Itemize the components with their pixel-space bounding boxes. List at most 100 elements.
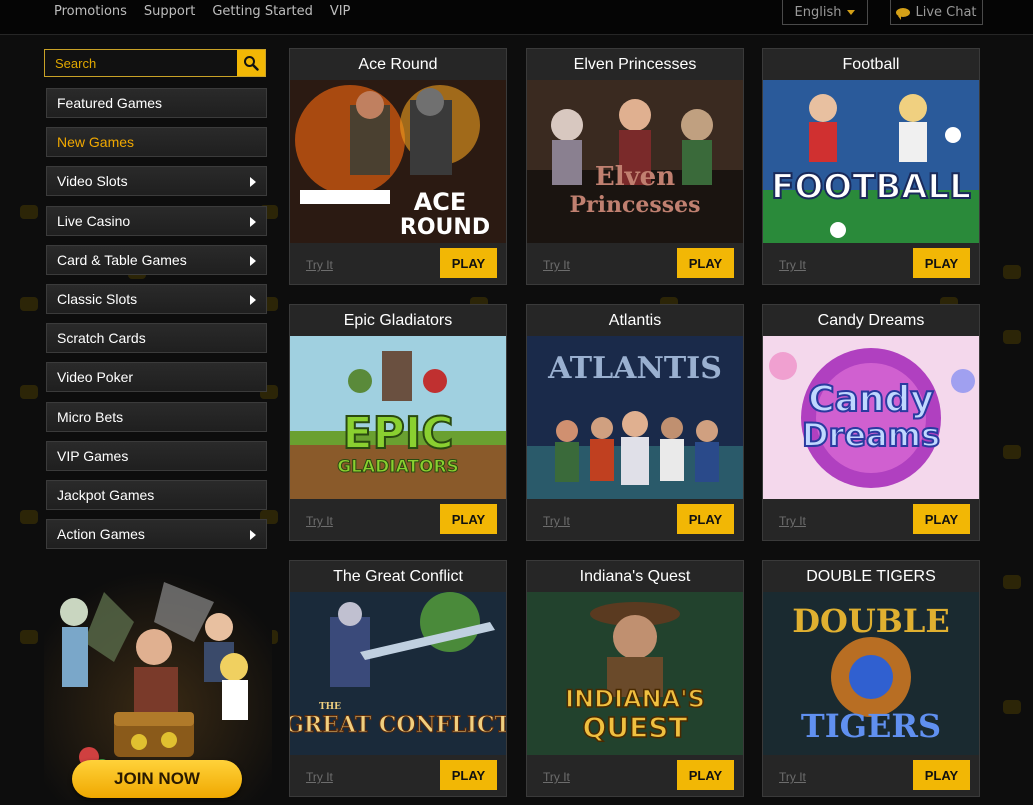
sidebar-item-new-games[interactable]: New Games — [46, 127, 267, 158]
sidebar-item-label: Card & Table Games — [57, 251, 187, 268]
game-artwork-image: ATLANTIS — [527, 336, 743, 499]
game-card-double-tigers: DOUBLE TIGERS DOUBLE TIGERS Try It PLAY — [762, 560, 980, 797]
sidebar-item-card-table-games[interactable]: Card & Table Games — [46, 244, 267, 275]
game-card-elven-princesses: Elven Princesses Elven Princesses Try It… — [526, 48, 744, 285]
chevron-right-icon — [250, 177, 256, 188]
game-card-indiana-s-quest: Indiana's Quest INDIANA'S QUEST Try It P… — [526, 560, 744, 797]
game-art-text: DOUBLE — [792, 602, 949, 640]
game-card-ace-round: Ace Round ACE ROUND Try It PLAY — [289, 48, 507, 285]
coin-pattern-mark — [1003, 700, 1021, 714]
game-artwork-image: DOUBLE TIGERS — [763, 592, 979, 755]
try-it-link[interactable]: Try It — [779, 770, 806, 784]
try-it-link[interactable]: Try It — [306, 258, 333, 272]
chevron-right-icon — [250, 255, 256, 266]
play-button[interactable]: PLAY — [440, 504, 497, 534]
game-artwork-image: EPIC GLADIATORS — [290, 336, 506, 499]
try-it-link[interactable]: Try It — [306, 514, 333, 528]
play-button[interactable]: PLAY — [913, 504, 970, 534]
live-chat-button[interactable]: Live Chat — [890, 0, 983, 25]
play-button[interactable]: PLAY — [677, 760, 734, 790]
sidebar-item-jackpot-games[interactable]: Jackpot Games — [46, 479, 267, 510]
nav-promotions[interactable]: Promotions — [54, 4, 127, 19]
play-button[interactable]: PLAY — [677, 248, 734, 278]
join-now-button[interactable]: JOIN NOW — [72, 760, 242, 798]
try-it-link[interactable]: Try It — [306, 770, 333, 784]
game-title: Candy Dreams — [817, 312, 925, 329]
sidebar-item-vip-games[interactable]: VIP Games — [46, 440, 267, 471]
language-select[interactable]: English — [782, 0, 868, 25]
sidebar-item-label: Micro Bets — [57, 408, 124, 425]
try-it-link[interactable]: Try It — [779, 514, 806, 528]
play-button[interactable]: PLAY — [913, 760, 970, 790]
game-thumbnail[interactable]: ACE ROUND — [290, 80, 506, 243]
game-thumbnail[interactable]: THE GREAT CONFLICT — [290, 592, 506, 755]
coin-pattern-mark — [20, 297, 38, 311]
sidebar-item-featured-games[interactable]: Featured Games — [46, 88, 267, 118]
game-art-text: FOOTBALL — [771, 167, 971, 207]
sidebar-item-label: Action Games — [57, 526, 145, 543]
try-it-link[interactable]: Try It — [543, 770, 570, 784]
sidebar-item-label: Scratch Cards — [57, 330, 146, 347]
nav-vip[interactable]: VIP — [330, 4, 351, 19]
game-title: Ace Round — [358, 56, 438, 73]
nav-getting-started[interactable]: Getting Started — [212, 4, 313, 19]
game-title: Atlantis — [608, 312, 662, 329]
search-box — [44, 49, 266, 77]
sidebar-item-video-poker[interactable]: Video Poker — [46, 362, 267, 393]
game-art-text: ROUND — [400, 215, 490, 240]
game-title: Epic Gladiators — [343, 312, 453, 329]
game-thumbnail[interactable]: Candy Dreams — [763, 336, 979, 499]
sidebar-item-video-slots[interactable]: Video Slots — [46, 166, 267, 197]
game-title: The Great Conflict — [333, 568, 463, 585]
coin-pattern-mark — [1003, 330, 1021, 344]
sidebar-item-action-games[interactable]: Action Games — [46, 519, 267, 550]
game-title: DOUBLE TIGERS — [806, 568, 936, 585]
sidebar-item-classic-slots[interactable]: Classic Slots — [46, 283, 267, 314]
game-card-atlantis: Atlantis ATLANTIS Try It PLAY — [526, 304, 744, 541]
chevron-right-icon — [250, 294, 256, 305]
game-thumbnail[interactable]: FOOTBALL — [763, 80, 979, 243]
try-it-link[interactable]: Try It — [543, 258, 570, 272]
coin-pattern-mark — [20, 385, 38, 399]
game-art-text: Dreams — [802, 416, 940, 454]
chevron-right-icon — [250, 216, 256, 227]
game-thumbnail[interactable]: INDIANA'S QUEST — [527, 592, 743, 755]
game-artwork-image: FOOTBALL — [763, 80, 979, 243]
search-input[interactable] — [45, 50, 235, 76]
game-title: Indiana's Quest — [579, 568, 691, 585]
chevron-down-icon — [847, 9, 856, 15]
sidebar-item-live-casino[interactable]: Live Casino — [46, 205, 267, 236]
chat-bubble-icon — [896, 7, 911, 20]
nav-support[interactable]: Support — [144, 4, 195, 19]
game-art-text: ACE — [414, 188, 467, 216]
game-thumbnail[interactable]: Elven Princesses — [527, 80, 743, 243]
coin-pattern-mark — [1003, 575, 1021, 589]
game-art-text: TIGERS — [801, 707, 941, 745]
live-chat-label: Live Chat — [915, 4, 977, 20]
sidebar-item-scratch-cards[interactable]: Scratch Cards — [46, 323, 267, 354]
game-card-candy-dreams: Candy Dreams Candy Dreams Try It PLAY — [762, 304, 980, 541]
sidebar-item-micro-bets[interactable]: Micro Bets — [46, 401, 267, 432]
try-it-link[interactable]: Try It — [543, 514, 570, 528]
coin-pattern-mark — [1003, 445, 1021, 459]
game-artwork-image: THE GREAT CONFLICT — [290, 592, 506, 755]
game-art-text: EPIC — [343, 408, 454, 459]
play-button[interactable]: PLAY — [913, 248, 970, 278]
try-it-link[interactable]: Try It — [779, 258, 806, 272]
sidebar-item-label: Featured Games — [57, 95, 163, 111]
game-artwork-image: INDIANA'S QUEST — [527, 592, 743, 755]
game-thumbnail[interactable]: EPIC GLADIATORS — [290, 336, 506, 499]
game-thumbnail[interactable]: ATLANTIS — [527, 336, 743, 499]
game-art-text: QUEST — [583, 711, 688, 744]
sidebar-item-label: Jackpot Games — [57, 486, 155, 503]
play-button[interactable]: PLAY — [440, 248, 497, 278]
game-title: Football — [842, 56, 900, 73]
play-button[interactable]: PLAY — [677, 504, 734, 534]
play-button[interactable]: PLAY — [440, 760, 497, 790]
search-button[interactable] — [237, 50, 265, 76]
game-artwork-image: Candy Dreams — [763, 336, 979, 499]
game-thumbnail[interactable]: DOUBLE TIGERS — [763, 592, 979, 755]
coin-pattern-mark — [1003, 265, 1021, 279]
game-artwork-image: Elven Princesses — [527, 80, 743, 243]
top-bar: Promotions Support Getting Started VIP E… — [0, 0, 1033, 35]
